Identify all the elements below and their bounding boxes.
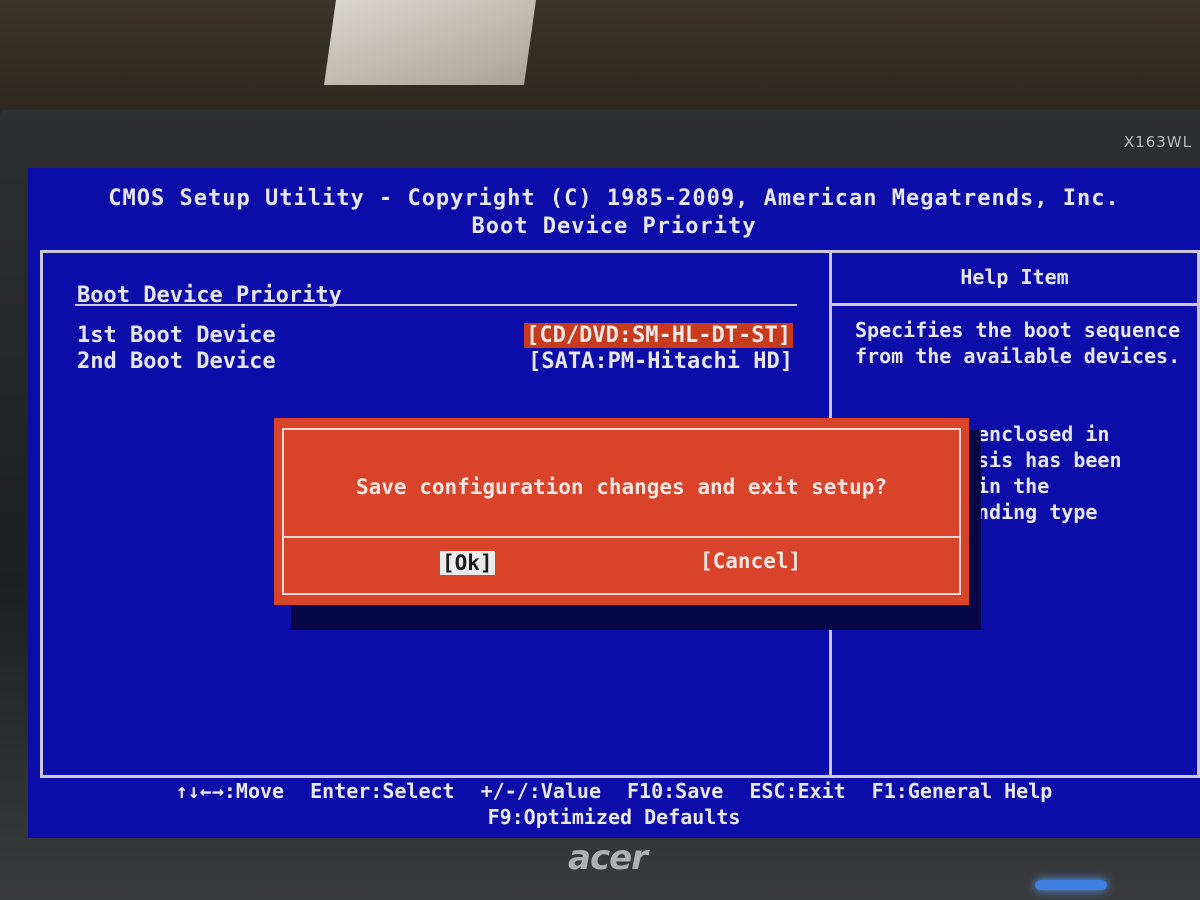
key-hint-move: ↑↓←→:Move xyxy=(175,779,285,803)
dialog-message: Save configuration changes and exit setu… xyxy=(355,475,887,499)
boot-device-label: 1st Boot Device xyxy=(77,323,276,348)
background-paper xyxy=(324,0,536,85)
key-hint-value: +/-/:Value xyxy=(480,779,601,803)
key-help-footer: ↑↓←→:Move Enter:Select +/-/:Value F10:Sa… xyxy=(28,773,1200,833)
dialog-divider xyxy=(282,536,961,538)
key-hint-save: F10:Save xyxy=(627,779,724,803)
boot-device-row-1[interactable]: 1st Boot Device [CD/DVD:SM-HL-DT-ST] xyxy=(77,323,797,349)
help-divider xyxy=(832,303,1197,306)
monitor-brand-logo: acer xyxy=(568,838,648,878)
background-wall xyxy=(0,0,1200,115)
dialog-frame xyxy=(282,428,961,595)
footer-keys-row: ↑↓←→:Move Enter:Select +/-/:Value F10:Sa… xyxy=(28,779,1200,803)
power-led[interactable] xyxy=(1035,880,1107,890)
boot-device-row-2[interactable]: 2nd Boot Device [SATA:PM-Hitachi HD] xyxy=(77,349,797,375)
ok-button[interactable]: [Ok] xyxy=(440,551,495,575)
boot-device-value[interactable]: [SATA:PM-Hitachi HD] xyxy=(528,349,793,374)
key-hint-defaults: F9:Optimized Defaults xyxy=(487,805,741,829)
monitor-model-label: X163WL xyxy=(1123,133,1192,151)
help-text: Specifies the boot sequence from the ava… xyxy=(855,318,1181,368)
key-hint-exit: ESC:Exit xyxy=(749,779,846,803)
confirm-dialog: Save configuration changes and exit setu… xyxy=(274,418,969,605)
key-hint-help: F1:General Help xyxy=(871,779,1053,803)
bios-title: CMOS Setup Utility - Copyright (C) 1985-… xyxy=(108,186,1120,211)
boot-device-value[interactable]: [CD/DVD:SM-HL-DT-ST] xyxy=(524,323,793,348)
key-hint-select: Enter:Select xyxy=(310,779,455,803)
section-divider xyxy=(75,304,797,306)
page-title: Boot Device Priority xyxy=(471,214,757,239)
boot-device-label: 2nd Boot Device xyxy=(77,349,276,374)
bios-screen: CMOS Setup Utility - Copyright (C) 1985-… xyxy=(28,168,1200,838)
cancel-button[interactable]: [Cancel] xyxy=(700,549,801,573)
help-title: Help Item xyxy=(960,265,1069,289)
